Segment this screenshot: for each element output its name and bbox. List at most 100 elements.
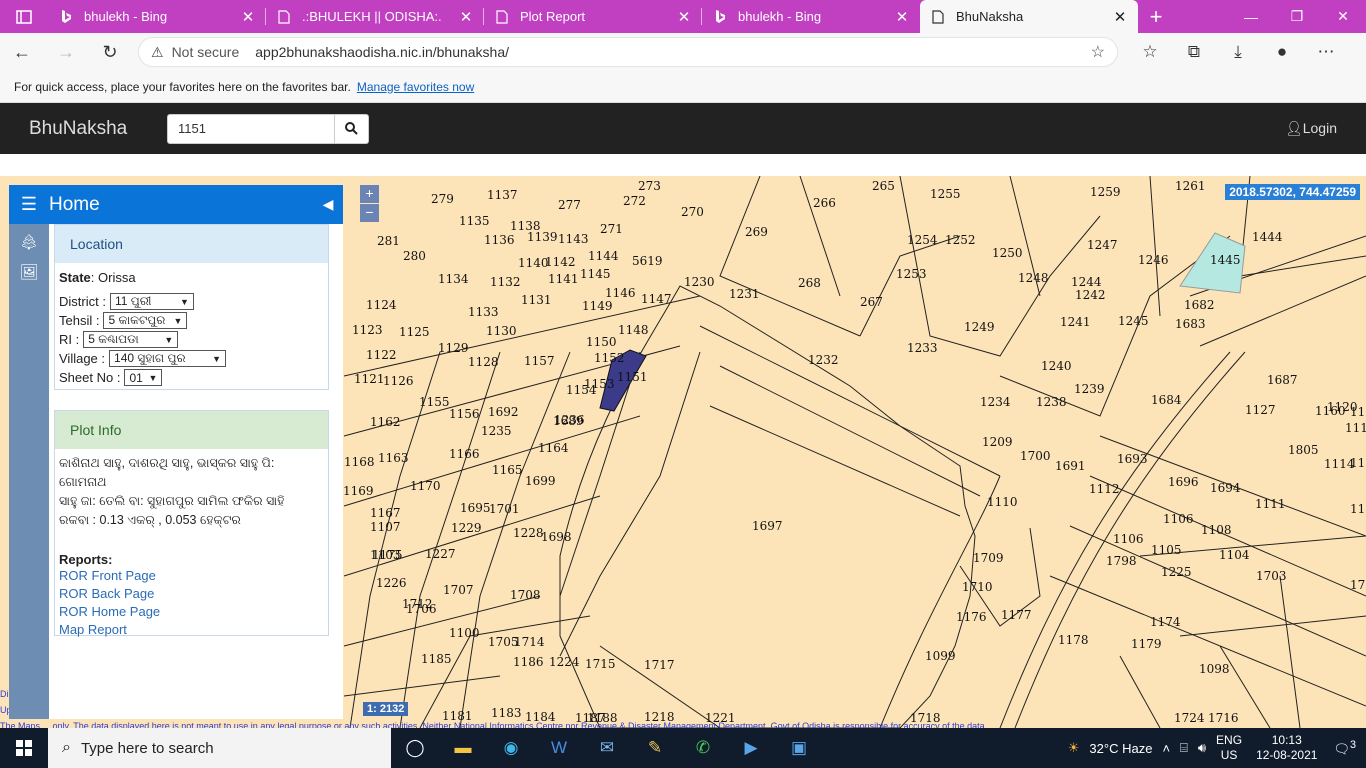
- ror-back-page-link[interactable]: ROR Back Page: [59, 585, 324, 603]
- plot-number-label: 1703: [1256, 569, 1287, 583]
- ri-row: RI : 5 କଣ୍ଢାପଡା ▼: [59, 330, 324, 349]
- mail-icon[interactable]: ✉: [583, 728, 631, 768]
- plot-number-label: 1698: [541, 530, 572, 544]
- page-icon: [276, 9, 292, 25]
- notifications-icon[interactable]: 🗨︎3: [1333, 739, 1356, 757]
- plot-number-label: 1234: [980, 395, 1011, 409]
- close-tab-icon[interactable]: ✕: [240, 8, 256, 26]
- edge-browser-icon[interactable]: ◉: [487, 728, 535, 768]
- tab-bhulekh-bing-1[interactable]: bhulekh - Bing ✕: [48, 0, 266, 33]
- downloads-icon[interactable]: ⤓: [1216, 42, 1260, 62]
- plot-number-label: 1225: [1161, 565, 1192, 579]
- plot-number-label: 1137: [487, 188, 518, 202]
- district-select[interactable]: 11 ପୁରୀ ▼: [109, 293, 194, 310]
- volume-icon[interactable]: 🔊︎: [1198, 740, 1206, 756]
- tab-bhunaksha[interactable]: BhuNaksha ✕: [920, 0, 1138, 33]
- owner-line: ସାହୁ ଜା: ତେଲି ବା: ସୁହାଗପୁର ସାମିଲ ଫକିର ସା…: [59, 494, 285, 508]
- plot-number-label: 1259: [1090, 185, 1121, 199]
- whatsapp-icon[interactable]: ✆: [679, 728, 727, 768]
- weather-icon[interactable]: ☀: [1068, 740, 1080, 756]
- start-button[interactable]: [0, 740, 48, 756]
- notification-count: 3: [1349, 738, 1356, 751]
- spacer: [0, 154, 1366, 176]
- taskbar-search-input[interactable]: ⌕ Type here to search: [48, 728, 391, 768]
- warning-icon[interactable]: ⚠: [151, 44, 164, 61]
- village-select[interactable]: 140 ସୁହାଗ ପୁର ▼: [109, 350, 227, 367]
- url-text[interactable]: app2bhunakshaodisha.nic.in/bhunaksha/: [255, 44, 1090, 60]
- plot-search-input[interactable]: 1151: [167, 113, 335, 144]
- forward-button[interactable]: →: [44, 42, 88, 63]
- tehsil-select[interactable]: 5 କାକଟପୁର ▼: [103, 312, 188, 329]
- language-indicator[interactable]: ENG US: [1216, 733, 1242, 763]
- plot-number-label: 1139: [527, 230, 558, 244]
- refresh-button[interactable]: ↻: [88, 42, 132, 63]
- word-icon[interactable]: W: [535, 728, 583, 768]
- coordinate-readout: 2018.57302, 744.47259: [1225, 184, 1360, 200]
- minimize-icon[interactable]: —: [1228, 0, 1274, 33]
- paint-icon[interactable]: ✎: [631, 728, 679, 768]
- back-button[interactable]: ←: [0, 42, 44, 63]
- tab-actions-icon[interactable]: [0, 0, 48, 33]
- close-tab-icon[interactable]: ✕: [676, 8, 692, 26]
- brand-logo[interactable]: BhuNaksha: [29, 118, 167, 140]
- plot-number-label: 1254: [907, 233, 938, 247]
- ri-select[interactable]: 5 କଣ୍ଢାପଡା ▼: [83, 331, 179, 348]
- plot-number-label: 1444: [1252, 230, 1283, 244]
- file-explorer-icon[interactable]: ▬: [439, 728, 487, 768]
- plot-number-label: 1111: [1255, 497, 1286, 511]
- ror-front-page-link[interactable]: ROR Front Page: [59, 567, 324, 585]
- favorites-bar: For quick access, place your favorites h…: [0, 71, 1366, 103]
- chevron-up-icon[interactable]: ˄: [1162, 741, 1170, 756]
- sheet-select[interactable]: 01 ▼: [124, 369, 163, 386]
- weather-text[interactable]: 32°C Haze: [1089, 741, 1152, 756]
- restore-icon[interactable]: ❐: [1274, 0, 1320, 33]
- tab-title: .:BHULEKH || ODISHA:.: [302, 9, 442, 24]
- tab-bhulekh-bing-2[interactable]: bhulekh - Bing ✕: [702, 0, 920, 33]
- close-tab-icon[interactable]: ✕: [458, 8, 474, 26]
- tree-icon[interactable]: 🌲︎: [9, 230, 49, 254]
- plot-number-label: 1149: [582, 299, 613, 313]
- zoom-out-button[interactable]: −: [360, 204, 379, 222]
- plot-number-label: 1228: [513, 526, 544, 540]
- close-tab-icon[interactable]: ✕: [894, 8, 910, 26]
- new-tab-button[interactable]: +: [1138, 0, 1174, 33]
- plot-number-label: 1151: [617, 370, 648, 384]
- plot-number-label: 1165: [492, 463, 523, 477]
- clock[interactable]: 10:13 12-08-2021: [1256, 733, 1317, 763]
- plot-number-label: 1133: [468, 305, 499, 319]
- village-label: Village :: [59, 351, 106, 366]
- user-icon: 👤︎: [1284, 120, 1303, 136]
- favorites-icon[interactable]: ☆: [1128, 42, 1172, 62]
- tab-title: Plot Report: [520, 9, 586, 24]
- media-player-icon[interactable]: ▶: [727, 728, 775, 768]
- plot-number-label: 1168: [344, 455, 375, 469]
- ror-home-page-link[interactable]: ROR Home Page: [59, 603, 324, 621]
- photos-icon[interactable]: ▣: [775, 728, 823, 768]
- map-report-link[interactable]: Map Report: [59, 621, 324, 639]
- collections-icon[interactable]: ⧉: [1172, 42, 1216, 62]
- plot-number-label: 1123: [352, 323, 383, 337]
- close-window-icon[interactable]: ✕: [1320, 0, 1366, 33]
- image-icon[interactable]: 🖼︎: [9, 260, 49, 284]
- more-menu-icon[interactable]: ⋯: [1304, 42, 1348, 62]
- tab-plot-report[interactable]: Plot Report ✕: [484, 0, 702, 33]
- panel-header: ☰ Home ◀: [9, 185, 343, 224]
- hamburger-menu-icon[interactable]: ☰: [9, 194, 49, 215]
- address-input[interactable]: ⚠ Not secure app2bhunakshaodisha.nic.in/…: [138, 37, 1118, 67]
- collapse-panel-icon[interactable]: ◀: [313, 196, 343, 213]
- search-button[interactable]: [335, 113, 369, 144]
- profile-avatar[interactable]: ●: [1260, 42, 1304, 62]
- login-link[interactable]: 👤︎Login: [1285, 120, 1337, 137]
- tab-bhulekh-odisha[interactable]: .:BHULEKH || ODISHA:. ✕: [266, 0, 484, 33]
- sheet-selected: 01: [129, 370, 143, 385]
- district-label: District :: [59, 294, 106, 309]
- close-tab-icon[interactable]: ✕: [1112, 8, 1128, 26]
- manage-favorites-link[interactable]: Manage favorites now: [357, 80, 474, 94]
- network-icon[interactable]: ⌸: [1180, 740, 1188, 756]
- add-favorite-icon[interactable]: ☆: [1091, 42, 1105, 62]
- taskbar-search-placeholder: Type here to search: [80, 739, 214, 757]
- zoom-in-button[interactable]: +: [360, 185, 379, 203]
- plot-number-label: 1186: [513, 655, 544, 669]
- task-view-icon[interactable]: ◯: [391, 728, 439, 768]
- plot-number-label: 1707: [443, 583, 474, 597]
